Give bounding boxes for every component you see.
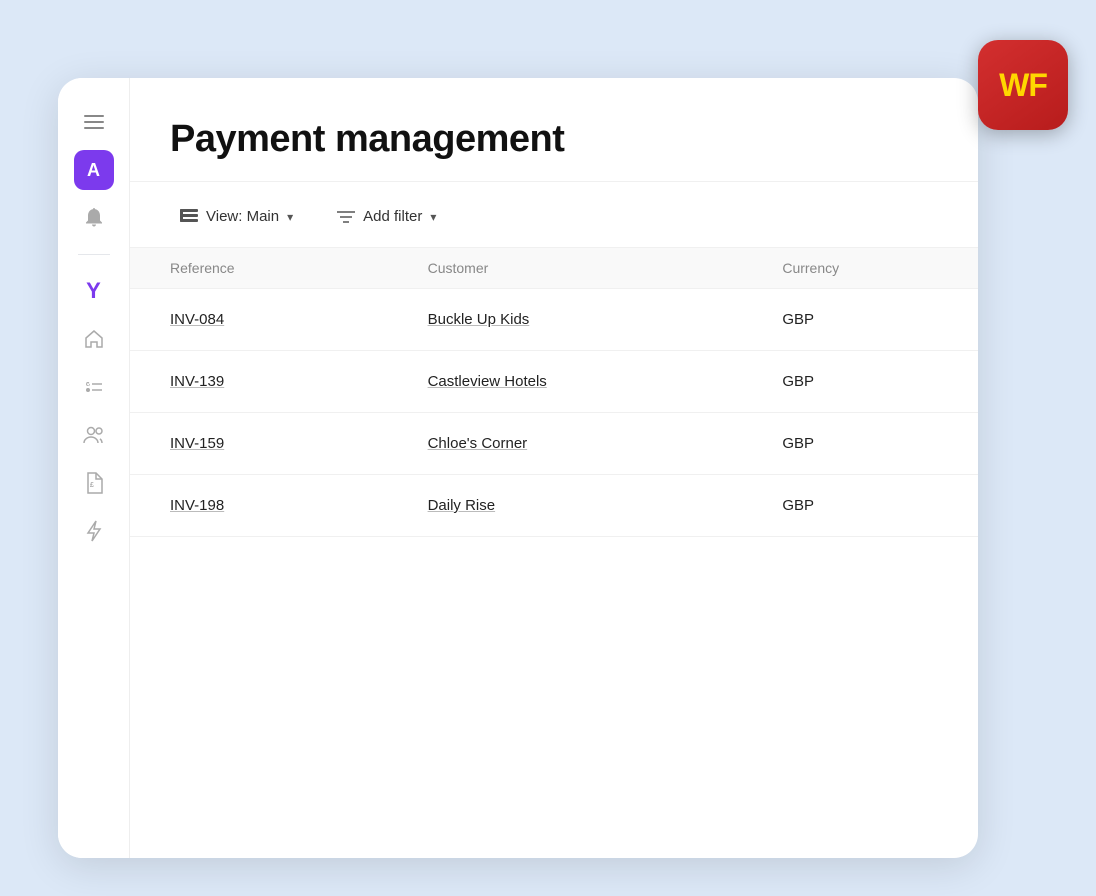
reference-link[interactable]: INV-139 bbox=[170, 373, 224, 390]
customer-link[interactable]: Buckle Up Kids bbox=[428, 311, 530, 328]
reference-link[interactable]: INV-159 bbox=[170, 435, 224, 452]
sidebar-item-documents[interactable]: £ bbox=[74, 463, 114, 503]
users-icon bbox=[83, 426, 105, 444]
cell-customer[interactable]: Castleview Hotels bbox=[408, 351, 763, 413]
sidebar-item-avatar[interactable]: A bbox=[74, 150, 114, 190]
customer-link[interactable]: Daily Rise bbox=[428, 497, 496, 514]
cell-currency: GBP bbox=[762, 351, 978, 413]
sidebar-divider-1 bbox=[78, 254, 110, 255]
bell-icon bbox=[85, 208, 103, 228]
table-header-row: Reference Customer Currency bbox=[130, 248, 978, 289]
document-icon: £ bbox=[85, 472, 103, 494]
sidebar-item-menu[interactable] bbox=[74, 102, 114, 142]
table-row: INV-198 Daily Rise GBP bbox=[130, 475, 978, 537]
data-table: Reference Customer Currency INV-084 Buckl… bbox=[130, 247, 978, 537]
page-title: Payment management bbox=[170, 118, 938, 161]
col-reference: Reference bbox=[130, 248, 408, 289]
table-row: INV-159 Chloe's Corner GBP bbox=[130, 413, 978, 475]
filter-icon bbox=[337, 210, 355, 224]
filter-button[interactable]: Add filter ▾ bbox=[327, 202, 446, 231]
table-icon bbox=[180, 209, 198, 225]
toolbar: View: Main ▾ Add filter ▾ bbox=[130, 202, 978, 247]
table-row: INV-084 Buckle Up Kids GBP bbox=[130, 289, 978, 351]
cell-customer[interactable]: Chloe's Corner bbox=[408, 413, 763, 475]
view-chevron: ▾ bbox=[287, 210, 293, 224]
view-label: View: Main bbox=[206, 208, 279, 225]
page-header: Payment management bbox=[130, 78, 978, 182]
customer-link[interactable]: Chloe's Corner bbox=[428, 435, 528, 452]
app-icon-text: WF bbox=[999, 67, 1047, 104]
reference-link[interactable]: INV-084 bbox=[170, 311, 224, 328]
svg-text:£: £ bbox=[90, 482, 94, 489]
home-icon bbox=[84, 329, 104, 349]
bolt-icon bbox=[86, 520, 102, 542]
sidebar: A Y bbox=[58, 78, 130, 858]
sidebar-item-notifications[interactable] bbox=[74, 198, 114, 238]
cell-currency: GBP bbox=[762, 289, 978, 351]
cell-currency: GBP bbox=[762, 475, 978, 537]
sidebar-item-users[interactable] bbox=[74, 415, 114, 455]
menu-icon bbox=[84, 115, 104, 129]
customer-link[interactable]: Castleview Hotels bbox=[428, 373, 547, 390]
table-row: INV-139 Castleview Hotels GBP bbox=[130, 351, 978, 413]
cell-reference[interactable]: INV-159 bbox=[130, 413, 408, 475]
cell-reference[interactable]: INV-198 bbox=[130, 475, 408, 537]
avatar-letter: A bbox=[87, 160, 100, 181]
view-button[interactable]: View: Main ▾ bbox=[170, 202, 303, 231]
sidebar-item-home[interactable] bbox=[74, 319, 114, 359]
sidebar-item-bolt[interactable] bbox=[74, 511, 114, 551]
cell-currency: GBP bbox=[762, 413, 978, 475]
sidebar-item-yapily[interactable]: Y bbox=[74, 271, 114, 311]
app-icon[interactable]: WF bbox=[978, 40, 1068, 130]
filter-label: Add filter bbox=[363, 208, 422, 225]
tasks-icon bbox=[84, 377, 104, 397]
table-area: View: Main ▾ Add filter ▾ bbox=[130, 182, 978, 858]
cell-reference[interactable]: INV-084 bbox=[130, 289, 408, 351]
sidebar-item-tasks[interactable] bbox=[74, 367, 114, 407]
yapily-icon: Y bbox=[86, 278, 101, 304]
outer-wrapper: WF A Y bbox=[0, 0, 1096, 896]
filter-chevron: ▾ bbox=[430, 210, 436, 224]
cell-reference[interactable]: INV-139 bbox=[130, 351, 408, 413]
col-currency: Currency bbox=[762, 248, 978, 289]
cell-customer[interactable]: Buckle Up Kids bbox=[408, 289, 763, 351]
col-customer: Customer bbox=[408, 248, 763, 289]
reference-link[interactable]: INV-198 bbox=[170, 497, 224, 514]
main-content: Payment management View: Main ▾ bbox=[130, 78, 978, 858]
cell-customer[interactable]: Daily Rise bbox=[408, 475, 763, 537]
main-card: A Y bbox=[58, 78, 978, 858]
